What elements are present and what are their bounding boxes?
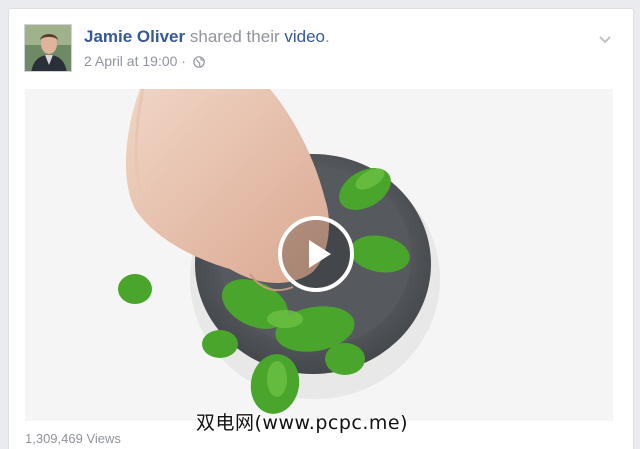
watermark-text: 双电网(www.pcpc.me)	[196, 412, 408, 434]
play-button[interactable]	[278, 216, 354, 292]
view-count: 1,309,469 Views	[25, 431, 121, 446]
post-timestamp[interactable]: 2 April at 19:00	[84, 53, 177, 69]
globe-icon[interactable]	[193, 55, 205, 71]
post-meta: 2 April at 19:00 ·	[84, 53, 205, 71]
chevron-down-icon[interactable]	[598, 32, 612, 50]
action-suffix: .	[325, 27, 330, 46]
post-card: Jamie Oliver shared their video. 2 April…	[8, 8, 634, 449]
video-link[interactable]: video	[284, 27, 325, 46]
video-player[interactable]	[25, 89, 613, 421]
meta-separator: ·	[181, 53, 186, 69]
author-avatar[interactable]	[24, 24, 72, 72]
author-name-link[interactable]: Jamie Oliver	[84, 27, 185, 46]
post-header: Jamie Oliver shared their video. 2 April…	[24, 24, 618, 76]
action-text: shared their	[189, 27, 280, 46]
play-icon	[309, 240, 331, 268]
post-title: Jamie Oliver shared their video.	[84, 27, 330, 47]
